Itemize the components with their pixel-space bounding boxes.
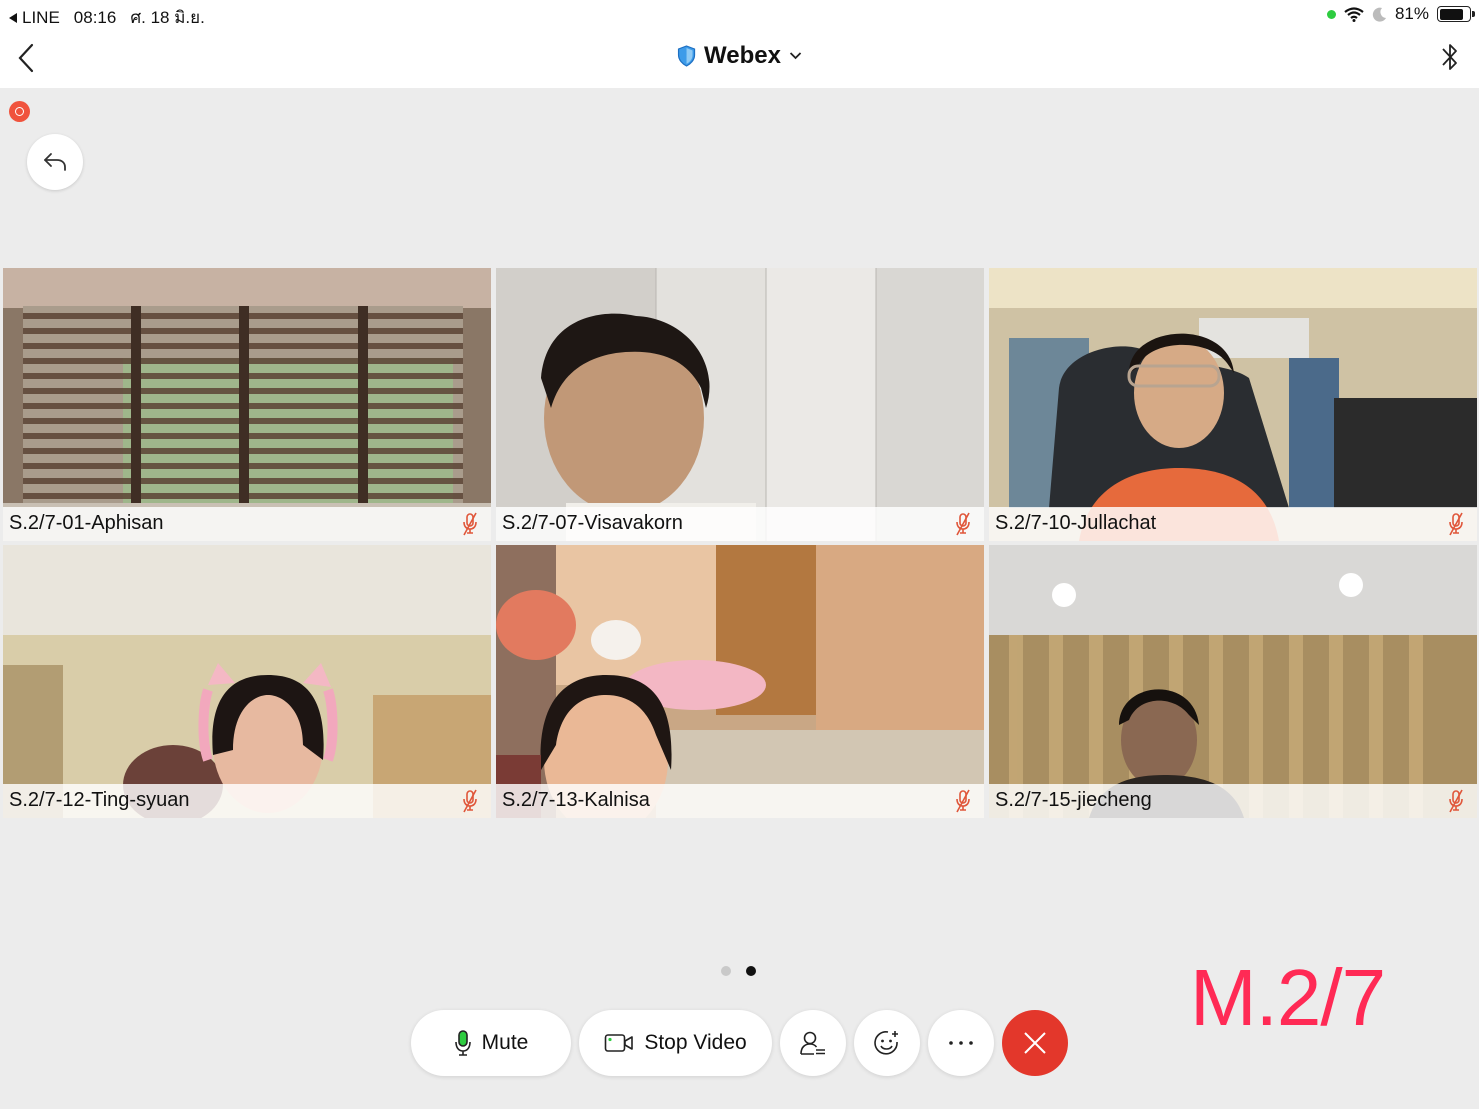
back-triangle-icon [9, 12, 17, 23]
shield-icon [677, 45, 695, 67]
participant-video [989, 545, 1477, 818]
battery-icon [1437, 6, 1475, 22]
camera-in-use-indicator [1326, 9, 1336, 19]
return-button[interactable] [27, 134, 83, 190]
meeting-title-menu[interactable]: Webex [676, 42, 803, 70]
moon-icon [1372, 7, 1386, 22]
clock: 08:16 [73, 7, 117, 27]
participant-label: S.2/7-01-Aphisan [3, 507, 491, 541]
wifi-icon [1344, 6, 1364, 22]
participant-label: S.2/7-13-Kalnisa [496, 784, 984, 818]
participant-video [496, 545, 984, 818]
mic-muted-icon [956, 789, 970, 813]
microphone-icon [454, 1030, 471, 1056]
video-tile[interactable]: S.2/7-13-Kalnisa [496, 545, 984, 818]
nav-bar: Webex [0, 28, 1479, 88]
video-tile[interactable]: S.2/7-15-jiecheng [989, 545, 1477, 818]
participant-video [3, 268, 491, 541]
reactions-button[interactable] [854, 1010, 920, 1076]
status-bar: LINE 08:16 ศ. 18 มิ.ย. 81% [0, 0, 1479, 28]
more-dots-icon [949, 1041, 973, 1045]
participant-video [989, 268, 1477, 541]
video-tile[interactable]: S.2/7-07-Visavakorn [496, 268, 984, 541]
bluetooth-icon[interactable] [1439, 40, 1461, 74]
participant-name: S.2/7-15-jiecheng [995, 789, 1152, 811]
mic-muted-icon [463, 512, 477, 536]
class-caption: M.2/7 [1190, 953, 1386, 1042]
back-to-app[interactable]: LINE [8, 8, 60, 28]
page-dot-2[interactable] [746, 966, 756, 976]
participant-video [496, 268, 984, 541]
recording-indicator-icon [9, 101, 30, 122]
chevron-left-icon[interactable] [14, 42, 38, 74]
page-indicator [721, 966, 756, 976]
participant-name: S.2/7-07-Visavakorn [502, 512, 683, 534]
participant-label: S.2/7-07-Visavakorn [496, 507, 984, 541]
mic-muted-icon [463, 789, 477, 813]
reply-arrow-icon [44, 153, 66, 171]
mic-muted-icon [1449, 512, 1463, 536]
mic-muted-icon [956, 512, 970, 536]
video-camera-icon [605, 1034, 634, 1052]
participant-video [3, 545, 491, 818]
leave-meeting-button[interactable] [1002, 1010, 1068, 1076]
mute-label: Mute [481, 1031, 529, 1054]
video-tile[interactable]: S.2/7-10-Jullachat [989, 268, 1477, 541]
emoji-add-icon [874, 1031, 898, 1055]
stop-video-button[interactable]: Stop Video [579, 1010, 772, 1076]
stop-video-label: Stop Video [644, 1031, 747, 1054]
video-tile[interactable]: S.2/7-01-Aphisan [3, 268, 491, 541]
more-options-button[interactable] [928, 1010, 994, 1076]
participant-label: S.2/7-12-Ting-syuan [3, 784, 491, 818]
participant-name: S.2/7-13-Kalnisa [502, 789, 650, 811]
mic-muted-icon [1449, 789, 1463, 813]
meeting-title: Webex [704, 42, 781, 69]
back-app-label: LINE [22, 7, 60, 27]
participant-name: S.2/7-12-Ting-syuan [9, 789, 190, 811]
participants-button[interactable] [780, 1010, 846, 1076]
close-icon [1024, 1032, 1046, 1054]
page-dot-1[interactable] [721, 966, 731, 976]
date: ศ. 18 มิ.ย. [130, 8, 205, 27]
participants-icon [800, 1031, 825, 1055]
participant-name: S.2/7-10-Jullachat [995, 512, 1157, 534]
participant-label: S.2/7-15-jiecheng [989, 784, 1477, 818]
chevron-down-icon [790, 52, 802, 60]
participant-label: S.2/7-10-Jullachat [989, 507, 1477, 541]
battery-percent: 81% [1394, 4, 1429, 23]
video-tile[interactable]: S.2/7-12-Ting-syuan [3, 545, 491, 818]
mute-button[interactable]: Mute [411, 1010, 571, 1076]
participant-name: S.2/7-01-Aphisan [9, 512, 164, 534]
